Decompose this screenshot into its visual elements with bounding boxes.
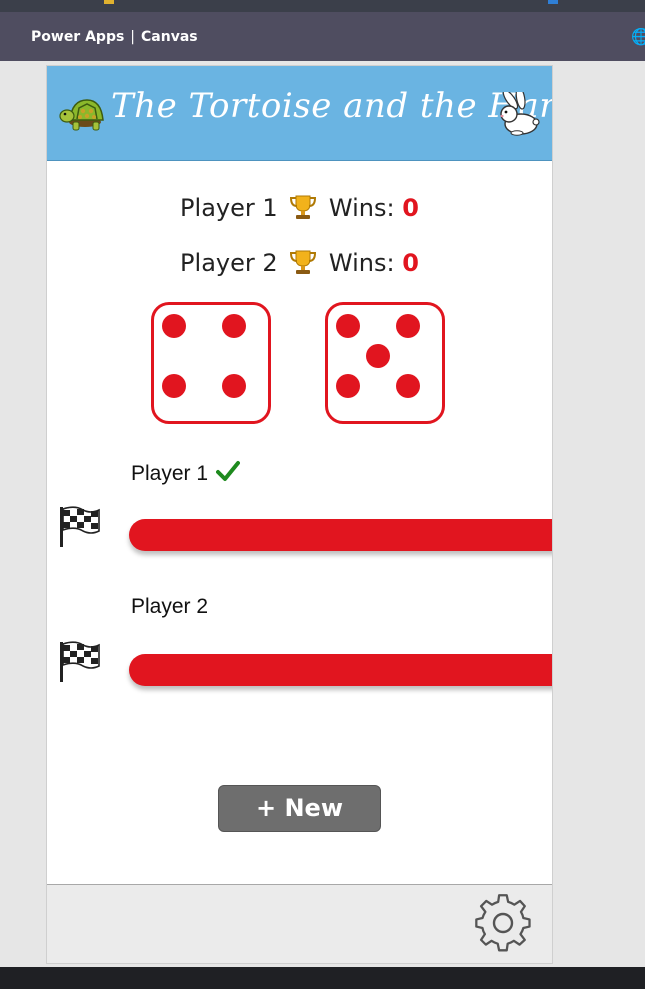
wins-label: Wins: xyxy=(328,249,395,277)
wins-label: Wins: xyxy=(328,194,395,222)
player1-wins-count: 0 xyxy=(402,194,419,222)
checkered-flag-icon xyxy=(60,506,100,547)
rabbit-icon xyxy=(500,92,540,136)
die-pip xyxy=(366,344,390,368)
gear-icon[interactable] xyxy=(473,892,533,952)
breadcrumb-separator: | xyxy=(130,29,136,45)
app-header: The Tortoise and the Hare xyxy=(47,66,552,161)
checkmark-icon xyxy=(216,461,241,481)
checkered-flag-icon xyxy=(60,641,100,682)
player2-name: Player 2 xyxy=(180,249,278,277)
die-pip xyxy=(222,314,246,338)
die-1[interactable] xyxy=(151,302,271,424)
die-pip xyxy=(162,314,186,338)
player2-race-track xyxy=(129,654,552,686)
player1-name: Player 1 xyxy=(180,194,278,222)
die-pip xyxy=(336,314,360,338)
player2-wins-count: 0 xyxy=(402,249,419,277)
race-player1-name: Player 1 xyxy=(131,462,209,485)
taskbar-mark xyxy=(548,0,558,4)
race-player2-name: Player 2 xyxy=(131,595,209,618)
app-footer xyxy=(47,884,552,963)
trophy-icon xyxy=(290,195,317,219)
tortoise-icon xyxy=(59,99,104,131)
taskbar xyxy=(0,967,645,989)
player2-wins-row: Player 2 Wins: 0 xyxy=(47,248,552,277)
app-title: The Tortoise and the Hare xyxy=(111,86,552,126)
die-2[interactable] xyxy=(325,302,445,424)
die-pip xyxy=(162,374,186,398)
app-mode: Canvas xyxy=(141,29,198,45)
new-game-button[interactable]: + New game xyxy=(218,785,381,866)
die-pip xyxy=(336,374,360,398)
globe-icon[interactable]: 🌐 xyxy=(631,27,645,46)
player1-wins-row: Player 1 Wins: 0 xyxy=(47,193,552,222)
die-pip xyxy=(222,374,246,398)
race-player1-label: Player 1 xyxy=(131,460,241,486)
trophy-icon xyxy=(290,250,317,274)
taskbar-mark xyxy=(104,0,114,4)
player1-race-track xyxy=(129,519,552,551)
app-breadcrumb: Power Apps | Canvas xyxy=(31,29,198,45)
power-apps-bar: Power Apps | Canvas 🌐 xyxy=(0,12,645,61)
die-pip xyxy=(396,374,420,398)
browser-top-strip xyxy=(0,0,645,12)
race-player2-label: Player 2 xyxy=(131,595,208,619)
die-pip xyxy=(396,314,420,338)
app-canvas: The Tortoise and the Hare Player 1 Wins:… xyxy=(47,66,552,963)
product-name[interactable]: Power Apps xyxy=(31,29,124,45)
